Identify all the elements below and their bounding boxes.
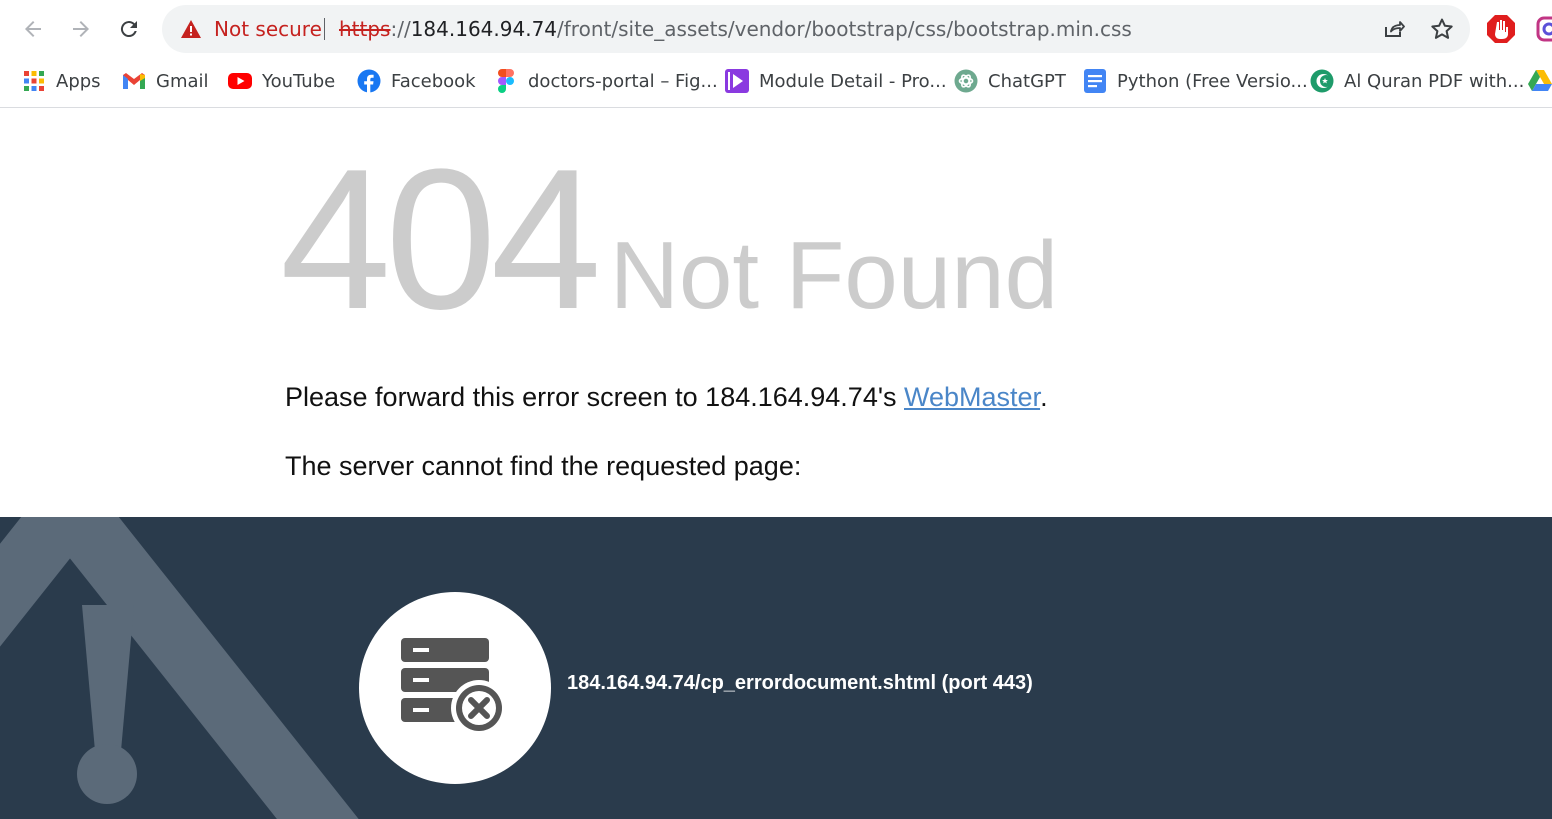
forward-message-prefix: Please forward this error screen to 184.… xyxy=(285,382,904,412)
bookmark-label: YouTube xyxy=(262,70,336,92)
bookmark-youtube[interactable]: YouTube xyxy=(228,66,335,96)
browser-toolbar: Not secure https://184.164.94.74/front/s… xyxy=(0,0,1552,58)
docs-icon xyxy=(1083,69,1107,93)
url-separator: :// xyxy=(390,17,411,41)
bookmark-apps[interactable]: Apps xyxy=(22,66,101,96)
quran-icon xyxy=(1310,69,1334,93)
error-heading: 404 Not Found xyxy=(280,140,1058,340)
url-text[interactable]: https://184.164.94.74/front/site_assets/… xyxy=(339,5,1132,53)
url-path: /front/site_assets/vendor/bootstrap/css/… xyxy=(557,17,1132,41)
extension-instagram-icon xyxy=(1536,16,1552,42)
gmail-icon xyxy=(122,69,146,93)
reload-icon xyxy=(120,21,137,38)
background-warning-icon xyxy=(0,517,359,819)
bookmark-label: Python (Free Versio... xyxy=(1117,70,1308,92)
omnibox-divider xyxy=(324,18,325,40)
bookmark-chatgpt[interactable]: ChatGPT xyxy=(954,66,1066,96)
error-code-number: 404 xyxy=(280,128,602,351)
bookmark-label: Facebook xyxy=(391,70,476,92)
address-bar[interactable]: Not secure https://184.164.94.74/front/s… xyxy=(162,5,1470,53)
bookmark-label: ChatGPT xyxy=(988,70,1066,92)
bookmark-star-button[interactable] xyxy=(1430,17,1454,41)
requested-page-path: 184.164.94.74/cp_errordocument.shtml (po… xyxy=(567,672,1033,694)
forward-message: Please forward this error screen to 184.… xyxy=(285,382,1048,413)
forward-message-suffix: . xyxy=(1040,382,1048,412)
error-title: Not Found xyxy=(609,222,1058,329)
bookmarks-bar: Apps Gmail YouTube Facebook doctors-port… xyxy=(0,58,1552,108)
bookmark-facebook[interactable]: Facebook xyxy=(357,66,476,96)
server-error-icon xyxy=(401,638,507,736)
warning-triangle-icon xyxy=(181,20,201,38)
cannot-find-message: The server cannot find the requested pag… xyxy=(285,451,802,481)
apps-grid-icon xyxy=(22,69,46,93)
back-button[interactable] xyxy=(16,12,50,46)
bookmark-figma[interactable]: doctors-portal – Fig... xyxy=(494,66,718,96)
extension-instagram-button[interactable] xyxy=(1532,12,1552,46)
extension-stop-icon xyxy=(1487,15,1515,43)
url-host: 184.164.94.74 xyxy=(410,17,558,41)
bookmark-label: Gmail xyxy=(156,70,209,92)
bookmark-python-doc[interactable]: Python (Free Versio... xyxy=(1083,66,1308,96)
chatgpt-icon xyxy=(954,69,978,93)
extension-stop-button[interactable] xyxy=(1484,12,1518,46)
bookmark-label: Module Detail - Pro... xyxy=(759,70,947,92)
url-scheme: https xyxy=(339,17,391,41)
not-secure-label: Not secure xyxy=(214,17,322,41)
share-icon xyxy=(1385,21,1405,37)
google-drive-icon xyxy=(1528,69,1552,93)
server-error-badge xyxy=(359,592,551,784)
star-icon xyxy=(1431,18,1453,39)
bookmark-label: doctors-portal – Fig... xyxy=(528,70,718,92)
bookmark-module-detail[interactable]: Module Detail - Pro... xyxy=(725,66,947,96)
webmaster-link[interactable]: WebMaster xyxy=(904,382,1040,412)
bookmark-label: Al Quran PDF with... xyxy=(1344,70,1525,92)
facebook-icon xyxy=(357,69,381,93)
security-indicator[interactable]: Not secure xyxy=(180,5,322,53)
bookmark-al-quran[interactable]: Al Quran PDF with... xyxy=(1310,66,1524,96)
reload-button[interactable] xyxy=(112,12,146,46)
bookmark-label: Apps xyxy=(56,70,101,92)
youtube-icon xyxy=(228,69,252,93)
error-details-panel: 184.164.94.74/cp_errordocument.shtml (po… xyxy=(0,517,1552,819)
forward-icon xyxy=(73,21,89,37)
bookmark-google-drive[interactable] xyxy=(1528,66,1552,96)
back-icon xyxy=(25,21,41,37)
forward-button[interactable] xyxy=(64,12,98,46)
figma-icon xyxy=(494,69,518,93)
bookmark-gmail[interactable]: Gmail xyxy=(122,66,209,96)
module-play-icon xyxy=(725,69,749,93)
share-button[interactable] xyxy=(1382,17,1406,41)
